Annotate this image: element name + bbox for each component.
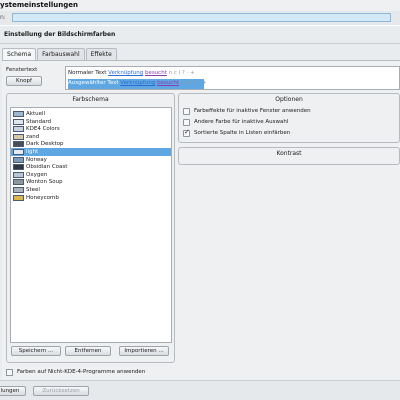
scheme-group-title: Farbschema [72,96,109,103]
scheme-preview-icon [13,156,24,163]
reset-button[interactable]: Zurücksetzen [33,386,89,396]
checkbox[interactable] [183,119,190,126]
preview-selected-text: Ausgewählter Text [68,80,119,86]
scheme-list[interactable]: Aktuell Standard KDE4 Colors zand Dark Deskt… [10,107,172,343]
search-label: n: [0,14,6,21]
color-preview: Normaler Text Verknüpfung besucht n c i … [65,66,400,90]
search-row: n: [0,11,400,25]
scheme-preview-icon [13,126,24,133]
checkbox[interactable] [6,369,13,376]
options-group-title: Optionen [275,96,303,103]
checkbox[interactable] [183,128,190,137]
tab-effekte[interactable]: Effekte [85,48,117,60]
scheme-preview-icon [13,111,24,117]
preview-selected-link: Verknüpfung [120,80,156,86]
contrast-group-title: Kontrast [276,150,302,157]
scheme-preview-icon [13,187,24,193]
schema-panel: Fenstertext Knopf Normaler Text Verknüpf… [2,60,400,380]
preview-rest: n c i ? · + [168,70,195,76]
import-scheme-button[interactable]: Importieren ... [119,346,169,356]
footer: lungen Zurücksetzen [0,380,400,400]
contrast-group: Kontrast [178,147,400,165]
scheme-group: Farbschema Aktuell Standard KDE4 Colors zan… [6,93,175,363]
list-item-label: Honeycomb [26,194,59,201]
scheme-preview-icon [13,171,24,178]
scheme-preview-icon [13,194,24,201]
page-title: Einstellung der Bildschirmfarben [4,31,116,38]
divider [0,25,400,26]
preview-visited: besucht [144,70,167,76]
scheme-preview-icon [13,149,24,155]
save-scheme-button[interactable]: Speichern ... [11,346,61,356]
checkbox[interactable] [183,108,190,115]
tab-farbauswahl[interactable]: Farbauswahl [37,48,85,60]
search-input[interactable] [12,13,391,22]
window-title: ystemeinstellungen [0,1,79,9]
scheme-preview-icon [13,133,24,140]
titlebar: ystemeinstellungen [0,0,400,11]
scheme-preview-icon [13,164,24,171]
options-group: Optionen Farbeffekte für inaktive Fenste… [178,93,400,143]
tab-bar: Schema Farbauswahl Effekte [2,48,118,60]
preview-normal-text: Normaler Text [68,70,107,76]
preview-selected-rest: n c i ? · + [180,80,207,86]
tab-schema[interactable]: Schema [2,48,37,60]
window-text-label: Fenstertext [6,67,38,73]
preview-selected-visited: besucht [157,80,179,86]
list-item[interactable]: Honeycomb [11,194,171,202]
button-preview[interactable]: Knopf [6,76,42,86]
divider [0,43,400,44]
changes-button[interactable]: lungen [0,386,26,396]
preview-link: Verknüpfung [108,70,144,76]
remove-scheme-button[interactable]: Entfernen [65,346,111,356]
preview-normal-row: Normaler Text Verknüpfung besucht n c i … [68,69,204,79]
scheme-preview-icon [13,179,24,186]
scheme-preview-icon [13,118,24,125]
preview-selected-row: Ausgewählter Text Verknüpfung besucht n … [68,79,207,89]
scheme-preview-icon [13,141,24,148]
